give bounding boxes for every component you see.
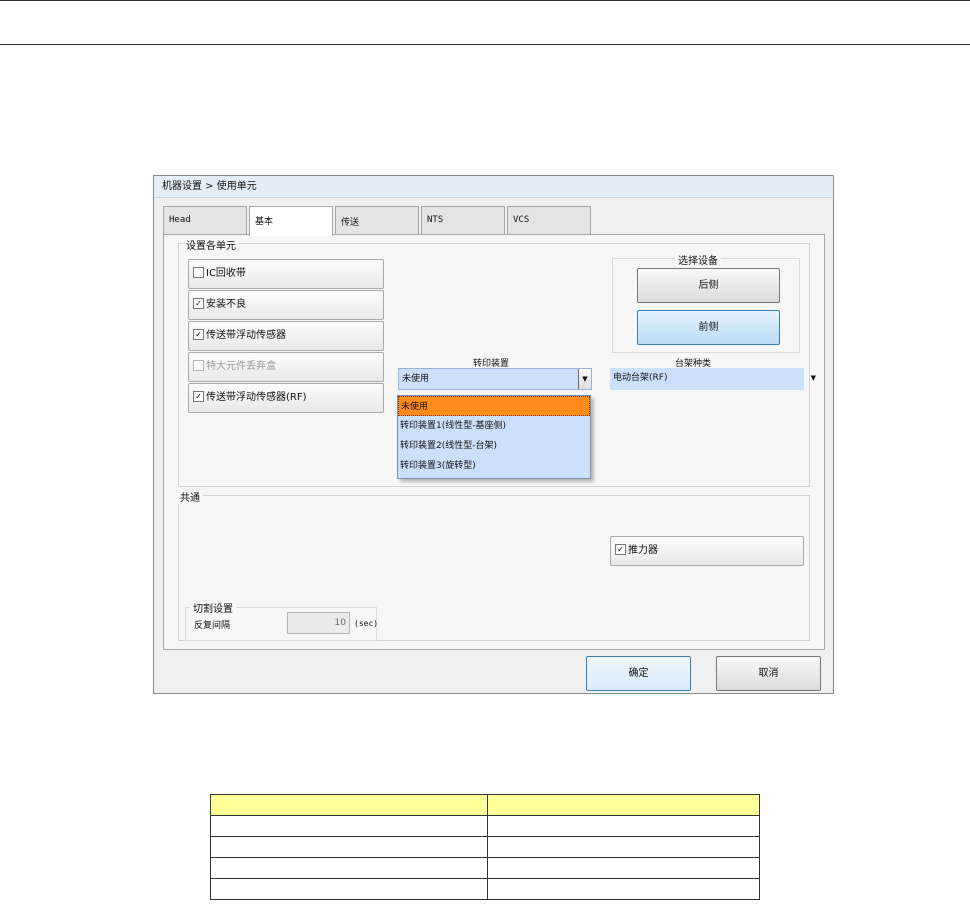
checkbox-checked-icon: ✓ [615,543,626,555]
table-cell [210,815,488,837]
tab-vcs[interactable]: VCS [507,206,591,235]
checkbox-label: 传送带浮动传感器 [206,330,286,341]
settings-window: 机器设置 > 使用单元 Head 基本 传送 NTS VCS 设置各单元 IC回… [153,175,834,694]
interval-label: 反复间隔 [194,621,231,631]
tab-basic[interactable]: 基本 [249,206,333,236]
checkbox-checked-icon: ✓ [193,390,204,402]
tab-strip: Head 基本 传送 NTS VCS [163,206,591,236]
checkbox-unchecked-icon [193,359,204,371]
checkbox-ic-recovery[interactable]: IC回收带 [188,259,384,289]
checkbox-unchecked-icon [193,266,204,278]
page-top-rule [0,0,970,1]
table-cell [487,878,760,900]
ok-button[interactable]: 确定 [586,656,691,691]
checkbox-checked-icon: ✓ [193,328,204,340]
chevron-down-icon[interactable]: ▼ [578,369,591,389]
table-cell [487,815,760,837]
tab-nts[interactable]: NTS [421,206,505,235]
checkbox-label: 安装不良 [206,299,246,310]
units-group-label: 设置各单元 [183,237,239,252]
blank-table [210,794,760,900]
select-device-group: 选择设备 后侧 前侧 [612,252,800,353]
table-row [210,857,760,879]
interval-input[interactable]: 10 [287,612,350,634]
dropdown-option[interactable]: 转印装置1(线性型-基座侧) [398,416,590,436]
table-type-select[interactable]: 电动台架(RF) ▼ [610,368,816,390]
header-cell [487,794,760,816]
table-cell [487,836,760,858]
dropdown-option[interactable]: 转印装置2(线性型-台架) [398,436,590,456]
table-cell [210,878,488,900]
table-cell [210,836,488,858]
checkbox-large-part-discard-box: 特大元件丢弃盒 [188,352,384,382]
checkbox-label: 推力器 [628,545,658,556]
table-row [210,815,760,837]
table-type-value: 电动台架(RF) [613,373,668,383]
switch-settings-label: 切割设置 [190,600,236,615]
dropdown-option[interactable]: 转印装置3(旋转型) [398,456,590,476]
header-cell [210,794,488,816]
checkbox-mount-defect[interactable]: ✓ 安装不良 [188,290,384,320]
transfer-device-dropdown: 未使用 转印装置1(线性型-基座侧) 转印装置2(线性型-台架) 转印装置3(旋… [397,395,591,479]
checkbox-checked-icon: ✓ [193,297,204,309]
tab-head[interactable]: Head [163,206,247,235]
table-header-row [210,794,760,816]
checkbox-pusher[interactable]: ✓ 推力器 [610,536,804,566]
table-row [210,878,760,900]
front-button[interactable]: 前侧 [637,310,780,345]
transfer-device-value: 未使用 [402,374,430,384]
table-cell [210,857,488,879]
dropdown-option[interactable]: 未使用 [398,396,590,416]
checkbox-conveyor-float-sensor[interactable]: ✓ 传送带浮动传感器 [188,321,384,351]
checkbox-label: IC回收带 [206,268,246,279]
checkbox-label: 特大元件丢弃盒 [206,361,276,372]
transfer-device-select[interactable]: 未使用 ▼ [398,368,592,390]
page-header-rule [0,44,970,45]
tab-transfer[interactable]: 传送 [335,206,419,235]
table-cell [487,857,760,879]
window-title: 机器设置 > 使用单元 [154,176,833,198]
rear-button[interactable]: 后侧 [637,268,780,303]
select-device-label: 选择设备 [675,252,721,267]
checkbox-conveyor-float-sensor-rf[interactable]: ✓ 传送带浮动传感器(RF) [188,383,384,413]
checkbox-label: 传送带浮动传感器(RF) [206,392,307,403]
switch-settings-group: 切割设置 反复间隔 10 (sec) [185,600,379,641]
cancel-button[interactable]: 取消 [716,656,821,691]
common-group: 共通 ✓ 推力器 切割设置 反复间隔 10 (sec) [177,489,810,641]
interval-unit: (sec) [354,619,379,628]
common-group-label: 共通 [177,489,203,504]
table-row [210,836,760,858]
chevron-down-icon[interactable]: ▼ [811,368,816,389]
